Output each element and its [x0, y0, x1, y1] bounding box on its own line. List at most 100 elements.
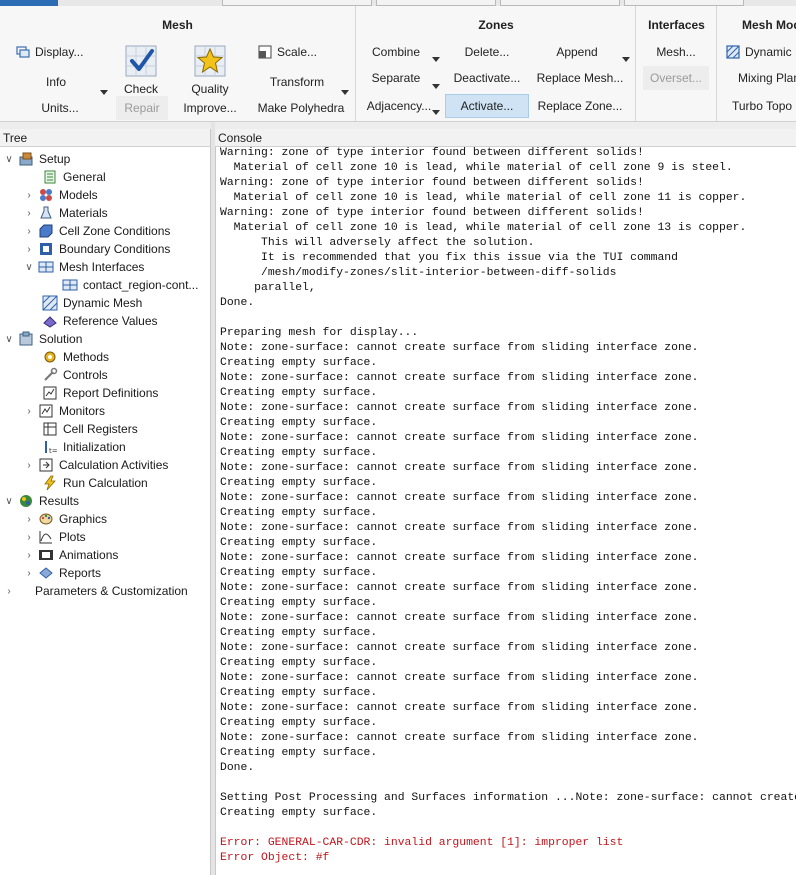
tree-node-initialization[interactable]: t=0 Initialization [42, 438, 126, 456]
chevron-right-icon[interactable]: › [24, 528, 34, 546]
info-dropdown-arrow[interactable] [100, 90, 108, 95]
combine-dropdown-arrow[interactable] [432, 57, 440, 62]
console-line: Note: zone-surface: cannot create surfac… [220, 342, 699, 354]
tree-node-calculation-activities[interactable]: › Calculation Activities [24, 456, 168, 474]
setup-icon [19, 152, 33, 166]
replace-zone-button[interactable]: Replace Zone... [533, 94, 627, 118]
console-line: Note: zone-surface: cannot create surfac… [220, 462, 699, 474]
turbo-topology-button[interactable]: Turbo Topo [726, 94, 796, 118]
tree-node-setup[interactable]: ∨ Setup [4, 150, 70, 168]
console-line: Creating empty surface. [220, 387, 378, 399]
repair-button[interactable]: Repair [116, 96, 168, 120]
tree-node-parameters-customization[interactable]: › Parameters & Customization [4, 582, 187, 600]
calculation-activities-icon [39, 458, 53, 472]
console-line: Material of cell zone 10 is lead, while … [220, 162, 733, 174]
units-button[interactable]: Units... [10, 96, 110, 120]
append-dropdown-arrow[interactable] [622, 57, 630, 62]
transform-button[interactable]: Transform [254, 70, 340, 94]
console-line: Creating empty surface. [220, 447, 378, 459]
replace-mesh-button[interactable]: Replace Mesh... [533, 66, 627, 90]
tree-node-controls[interactable]: Controls [42, 366, 108, 384]
chevron-right-icon[interactable]: › [24, 186, 34, 204]
chevron-right-icon[interactable]: › [4, 582, 14, 600]
chevron-right-icon[interactable]: › [24, 402, 34, 420]
console-line: It is recommended that you fix this issu… [220, 252, 678, 264]
separate-dropdown-arrow[interactable] [432, 84, 440, 89]
improve-button[interactable]: Improve... [176, 96, 244, 120]
console-line: Creating empty surface. [220, 537, 378, 549]
chevron-down-icon[interactable]: ∨ [4, 492, 14, 510]
tree-node-animations[interactable]: › Animations [24, 546, 118, 564]
tree-node-results[interactable]: ∨ Results [4, 492, 79, 510]
tree-node-solution[interactable]: ∨ Solution [4, 330, 82, 348]
display-button[interactable]: Display... [10, 40, 110, 64]
chevron-right-icon[interactable]: › [24, 456, 34, 474]
dynamic-mesh-button[interactable]: Dynamic M [720, 40, 796, 64]
adjacency-button[interactable]: Adjacency... [363, 94, 435, 118]
console-output[interactable]: Warning: zone of type interior found bet… [215, 147, 796, 875]
deactivate-button[interactable]: Deactivate... [445, 66, 529, 90]
chevron-right-icon[interactable]: › [24, 564, 34, 582]
methods-icon [44, 351, 56, 363]
console-line: Creating empty surface. [220, 717, 378, 729]
quality-button[interactable]: Quality [184, 42, 236, 96]
console-line: /mesh/modify-zones/slit-interior-between… [220, 267, 617, 279]
scale-button[interactable]: Scale... [252, 40, 348, 64]
tree-node-materials[interactable]: › Materials [24, 204, 107, 222]
chevron-right-icon[interactable]: › [24, 546, 34, 564]
chevron-right-icon[interactable]: › [24, 510, 34, 528]
tree-node-plots[interactable]: › Plots [24, 528, 85, 546]
console-line: Creating empty surface. [220, 687, 378, 699]
chevron-right-icon[interactable]: › [24, 204, 34, 222]
tree-node-graphics[interactable]: › Graphics [24, 510, 107, 528]
chevron-down-icon[interactable]: ∨ [4, 150, 14, 168]
tree-node-reports[interactable]: › Reports [24, 564, 101, 582]
chevron-right-icon[interactable]: › [24, 240, 34, 258]
tree-node-methods[interactable]: Methods [42, 348, 109, 366]
separate-button[interactable]: Separate [363, 66, 429, 90]
overset-button[interactable]: Overset... [643, 66, 709, 90]
console-line: Note: zone-surface: cannot create surfac… [220, 582, 699, 594]
tree-node-general[interactable]: General [42, 168, 106, 186]
tree-node-cell-registers[interactable]: Cell Registers [42, 420, 138, 438]
chevron-down-icon[interactable]: ∨ [24, 258, 34, 276]
star-icon [194, 45, 226, 77]
ribbon: Mesh Display... Info Units... Check Repa… [0, 6, 796, 122]
solution-icon [19, 331, 33, 346]
reference-values-icon [43, 316, 57, 328]
dynamic-mesh-icon [42, 295, 58, 311]
blank-icon [18, 583, 30, 599]
check-button[interactable]: Check [118, 42, 164, 96]
interfaces-mesh-button[interactable]: Mesh... [643, 40, 709, 64]
tree-node-run-calculation[interactable]: Run Calculation [42, 474, 148, 492]
delete-button[interactable]: Delete... [447, 40, 527, 64]
tree-node-boundary-conditions[interactable]: › Boundary Conditions [24, 240, 170, 258]
tree-node-mesh-interfaces[interactable]: ∨ Mesh Interfaces [24, 258, 144, 276]
combine-button[interactable]: Combine [363, 40, 429, 64]
chevron-down-icon[interactable]: ∨ [4, 330, 14, 348]
animations-film-icon [39, 550, 53, 560]
console-line: Warning: zone of type interior found bet… [220, 207, 644, 219]
transform-dropdown-arrow[interactable] [341, 90, 349, 95]
interface-icon [62, 279, 78, 291]
mesh-models-group-title: Mesh Mod [742, 18, 796, 32]
lightning-icon [44, 475, 56, 491]
tree-node-models[interactable]: › Models [24, 186, 97, 204]
tree-node-contact-region[interactable]: contact_region-cont... [62, 276, 198, 294]
report-definitions-icon [43, 386, 57, 400]
make-polyhedra-button[interactable]: Make Polyhedra [254, 96, 348, 120]
append-button[interactable]: Append [535, 40, 619, 64]
info-button[interactable]: Info [10, 70, 102, 94]
console-line: Note: zone-surface: cannot create surfac… [220, 672, 699, 684]
console-line: Done. [220, 762, 255, 774]
tree-node-dynamic-mesh[interactable]: Dynamic Mesh [42, 294, 142, 312]
graphics-palette-icon [39, 513, 53, 525]
tree-node-reference-values[interactable]: Reference Values [42, 312, 158, 330]
chevron-right-icon[interactable]: › [24, 222, 34, 240]
tree-node-cell-zone-conditions[interactable]: › Cell Zone Conditions [24, 222, 170, 240]
tree-node-report-definitions[interactable]: Report Definitions [42, 384, 158, 402]
activate-button[interactable]: Activate... [445, 94, 529, 118]
mixing-planes-button[interactable]: Mixing Plan [732, 66, 796, 90]
tree-node-monitors[interactable]: › Monitors [24, 402, 105, 420]
adjacency-dropdown-arrow[interactable] [432, 110, 440, 115]
